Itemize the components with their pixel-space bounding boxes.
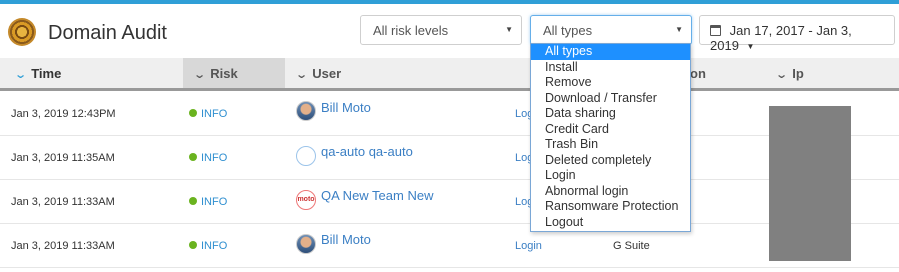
option-login[interactable]: Login	[531, 168, 690, 184]
option-all-types[interactable]: All types	[531, 44, 690, 60]
page-title: Domain Audit	[48, 22, 167, 44]
table-row: Jan 3, 2019 11:33AM INFO Bill Moto Login…	[0, 224, 899, 268]
column-header-user[interactable]: ⌄ User	[285, 58, 530, 88]
user-avatar	[296, 101, 316, 121]
option-abnormal-login[interactable]: Abnormal login	[531, 184, 690, 200]
option-deleted-completely[interactable]: Deleted completely	[531, 153, 690, 169]
redacted-ip-block	[769, 106, 851, 261]
status-dot-icon	[189, 109, 197, 117]
option-ransomware-protection[interactable]: Ransomware Protection	[531, 199, 690, 215]
date-range-label: Jan 17, 2017 - Jan 3, 2019	[710, 23, 852, 53]
option-logout[interactable]: Logout	[531, 215, 690, 231]
user-link[interactable]: QA New Team New	[321, 188, 433, 203]
chevron-down-icon: ⌄	[295, 69, 309, 81]
column-header-ip[interactable]: ⌄ Ip	[765, 58, 899, 88]
caret-down-icon: ▼	[505, 25, 513, 34]
option-remove[interactable]: Remove	[531, 75, 690, 91]
row-time: Jan 3, 2019 12:43PM	[11, 108, 116, 120]
status-dot-icon	[189, 153, 197, 161]
status-dot-icon	[189, 241, 197, 249]
table-row: Jan 3, 2019 11:33AM INFO moto QA New Tea…	[0, 180, 899, 224]
chevron-down-icon: ⌄	[775, 69, 789, 81]
row-time: Jan 3, 2019 11:33AM	[11, 196, 115, 208]
page-header: Domain Audit All risk levels ▼ All types…	[0, 4, 899, 58]
table-row: Jan 3, 2019 11:35AM INFO qa-auto qa-auto…	[0, 136, 899, 180]
chevron-down-icon: ⌄	[14, 69, 28, 81]
row-time: Jan 3, 2019 11:35AM	[11, 152, 115, 164]
row-risk: INFO	[189, 152, 227, 164]
column-header-time[interactable]: ⌄ Time	[0, 58, 183, 88]
row-risk: INFO	[189, 196, 227, 208]
column-header-on[interactable]: on	[690, 58, 765, 88]
user-link[interactable]: Bill Moto	[321, 100, 371, 115]
user-avatar: moto	[296, 190, 316, 210]
caret-down-icon: ▼	[675, 25, 683, 34]
user-avatar	[296, 146, 316, 166]
event-type-select-value: All types	[543, 23, 593, 38]
column-header-risk[interactable]: ⌄ Risk	[183, 58, 285, 88]
option-trash-bin[interactable]: Trash Bin	[531, 137, 690, 153]
event-type-link[interactable]: Login	[515, 240, 542, 252]
option-credit-card[interactable]: Credit Card	[531, 122, 690, 138]
user-link[interactable]: Bill Moto	[321, 232, 371, 247]
row-risk: INFO	[189, 108, 227, 120]
status-dot-icon	[189, 197, 197, 205]
table-header: ⌄ Time ⌄ Risk ⌄ User on ⌄ Ip	[0, 58, 899, 91]
chevron-down-icon: ⌄	[193, 69, 207, 81]
calendar-icon	[710, 25, 721, 36]
risk-level-select[interactable]: All risk levels ▼	[360, 15, 522, 45]
user-link[interactable]: qa-auto qa-auto	[321, 144, 413, 159]
caret-down-icon: ▼	[746, 42, 755, 51]
option-data-sharing[interactable]: Data sharing	[531, 106, 690, 122]
table-row: Jan 3, 2019 12:43PM INFO Bill Moto Login	[0, 92, 899, 136]
event-type-dropdown-list[interactable]: All types Install Remove Download / Tran…	[530, 43, 691, 232]
row-time: Jan 3, 2019 11:33AM	[11, 240, 115, 252]
option-install[interactable]: Install	[531, 60, 690, 76]
app-logo	[8, 18, 36, 46]
event-type-select[interactable]: All types ▼	[530, 15, 692, 45]
row-risk: INFO	[189, 240, 227, 252]
risk-level-select-value: All risk levels	[373, 23, 449, 38]
date-range-button[interactable]: Jan 17, 2017 - Jan 3, 2019 ▼	[699, 15, 895, 53]
user-avatar	[296, 234, 316, 254]
event-source: G Suite	[613, 240, 650, 252]
option-download-transfer[interactable]: Download / Transfer	[531, 91, 690, 107]
